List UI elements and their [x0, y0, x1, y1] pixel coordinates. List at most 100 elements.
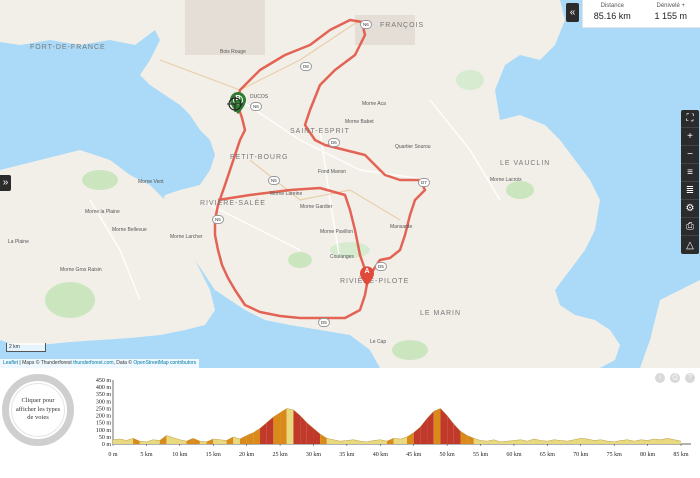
place-label: LE MARIN: [420, 310, 462, 317]
profile-segment: [239, 435, 247, 444]
y-tick-label: 300 m: [96, 399, 112, 405]
y-tick-label: 450 m: [96, 378, 112, 384]
profile-segment: [313, 428, 321, 444]
road-badge: N6: [250, 102, 262, 111]
map-view[interactable]: FORT-DE-FRANCE FRANÇOIS SAINT-ESPRIT LE …: [0, 0, 700, 368]
place-label: Mansarde: [390, 224, 413, 230]
x-tick-label: 55 km: [473, 452, 489, 458]
osm-link[interactable]: OpenStreetMap contributors: [133, 360, 196, 366]
x-tick-label: 80 km: [640, 452, 656, 458]
fullscreen-icon[interactable]: ⛶: [681, 110, 699, 128]
climb-value: 1 155 m: [654, 11, 688, 21]
profile-segment: [133, 438, 140, 444]
profile-segment: [260, 422, 267, 444]
x-tick-label: 50 km: [440, 452, 456, 458]
elevation-profile-chart[interactable]: 450 m400 m350 m300 m250 m 200 m150 m100 m…: [85, 376, 697, 468]
attribution-text: , Data ©: [113, 360, 134, 366]
profile-segment: [246, 432, 254, 444]
overlay-layers-icon[interactable]: ≣: [681, 182, 699, 200]
distance-stat: Distance 85.16 km: [583, 0, 642, 27]
profile-segment: [386, 438, 394, 444]
x-tick-label: 65 km: [540, 452, 556, 458]
place-label: Morne Bellevue: [112, 227, 147, 233]
chart-axes: [112, 380, 691, 445]
end-marker[interactable]: A: [360, 266, 374, 291]
place-label: Bois Rouge: [220, 49, 246, 55]
place-label: LE VAUCLIN: [500, 160, 551, 167]
warning-icon[interactable]: △: [681, 236, 699, 254]
profile-segment: [126, 438, 134, 444]
place-label: Morne Lareine: [270, 191, 303, 197]
collapse-panel-button[interactable]: «: [566, 3, 579, 22]
profile-segment: [273, 412, 281, 444]
place-label: La Plaine: [8, 239, 29, 245]
y-tick-label: 350 m: [96, 392, 112, 398]
climb-label: Dénivelé +: [656, 3, 686, 9]
thunderforest-link[interactable]: thunderforest.com: [73, 360, 113, 366]
elevation-panel: Cliquer pour afficher les types de voies…: [0, 368, 700, 478]
profile-segment: [166, 435, 174, 444]
profile-segment: [420, 418, 428, 444]
climb-stat: Dénivelé + 1 155 m: [642, 0, 700, 27]
settings-sliders-icon[interactable]: ⚙: [681, 200, 699, 218]
place-label: Morne Aca: [362, 101, 386, 107]
profile-segment: [413, 426, 421, 444]
profile-segment: [146, 439, 154, 444]
place-label: Morne Babet: [345, 119, 374, 125]
map-toolbar: ⛶ + − ≡ ≣ ⚙ ⎙ △: [681, 110, 699, 254]
road-badge: N5: [268, 176, 280, 185]
road-types-ring-button[interactable]: Cliquer pour afficher les types de voies: [2, 374, 74, 446]
expand-sidebar-button[interactable]: »: [0, 175, 11, 191]
profile-segment: [407, 432, 414, 444]
road-badge: N5: [212, 215, 224, 224]
profile-segment: [580, 438, 588, 444]
place-label: Le Cap: [370, 339, 387, 345]
end-marker-label: A: [364, 268, 370, 275]
x-tick-label: 5 km: [140, 452, 153, 458]
x-tick-label: 75 km: [607, 452, 623, 458]
profile-segment: [453, 424, 461, 444]
road-badge: D5: [375, 262, 387, 271]
x-tick-label: 40 km: [373, 452, 389, 458]
road-badge: D5: [318, 318, 330, 327]
profile-segment: [286, 408, 294, 444]
leaflet-link[interactable]: Leaflet: [3, 360, 18, 366]
x-tick-label: 60 km: [506, 452, 522, 458]
y-tick-label: 200 m: [96, 414, 112, 420]
profile-segment: [320, 434, 327, 444]
profile-segment: [226, 436, 234, 444]
place-label: Morne Vent: [138, 179, 164, 185]
x-tick-label: 70 km: [573, 452, 589, 458]
x-tick-label: 35 km: [339, 452, 355, 458]
profile-segment: [193, 438, 200, 444]
map-attribution: Leaflet | Maps © Thunderforest thunderfo…: [0, 359, 200, 368]
route-planner-app: FORT-DE-FRANCE FRANÇOIS SAINT-ESPRIT LE …: [0, 0, 700, 478]
profile-segment: [300, 415, 307, 444]
road-badge: N6: [360, 20, 372, 29]
place-label: Morne la Plaine: [85, 209, 120, 215]
x-tick-label: 20 km: [239, 452, 255, 458]
distance-label: Distance: [600, 3, 624, 9]
route-stats-panel: Distance 85.16 km Dénivelé + 1 155 m: [582, 0, 700, 28]
zoom-out-icon[interactable]: −: [681, 146, 699, 164]
attribution-text: | Maps © Thunderforest: [18, 360, 74, 366]
place-label: FORT-DE-FRANCE: [30, 44, 106, 51]
profile-segment: [280, 408, 287, 444]
profile-segment: [306, 422, 314, 444]
place-label: SAINT-ESPRIT: [290, 128, 350, 135]
x-tick-label: 25 km: [272, 452, 288, 458]
x-tick-label: 85 km: [673, 452, 689, 458]
profile-segment: [527, 439, 534, 444]
crosshair-icon: [227, 96, 243, 117]
road-types-ring-text: Cliquer pour afficher les types de voies: [15, 397, 61, 422]
profile-segment: [393, 438, 401, 444]
profile-segment: [186, 438, 194, 444]
y-tick-label: 100 m: [96, 428, 112, 434]
place-label: Morne Gardier: [300, 204, 333, 210]
layers-icon[interactable]: ≡: [681, 164, 699, 182]
profile-segment: [433, 408, 441, 444]
map-tiles: [0, 0, 700, 368]
zoom-in-icon[interactable]: +: [681, 128, 699, 146]
print-icon[interactable]: ⎙: [681, 218, 699, 236]
place-label: Fond Manon: [318, 169, 347, 175]
